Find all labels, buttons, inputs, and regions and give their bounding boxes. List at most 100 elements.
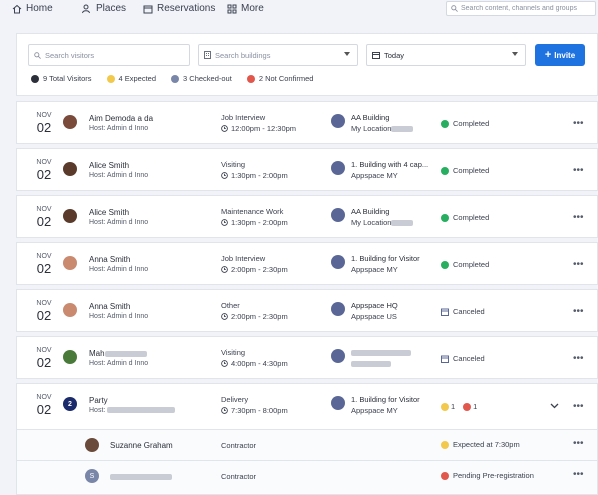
stat-total[interactable]: 9 Total Visitors (31, 74, 92, 83)
member-name-row (110, 472, 172, 481)
more-options-icon[interactable]: ••• (573, 353, 584, 364)
visit-date: NOV 02 (34, 112, 54, 135)
visit-day: 02 (36, 402, 52, 417)
nav-places[interactable]: Places (82, 2, 126, 15)
visit-time: 2:00pm - 2:30pm (231, 265, 288, 274)
stat-checked-out[interactable]: 3 Checked-out (171, 74, 232, 83)
global-search[interactable] (446, 1, 596, 16)
clock-icon (221, 266, 228, 273)
visit-date: NOV 02 (34, 159, 54, 182)
building-icon (331, 302, 345, 316)
calendar-cancel-icon (441, 355, 449, 363)
more-options-icon[interactable]: ••• (573, 165, 584, 176)
visit-time-row: 1:30pm - 2:00pm (221, 218, 288, 227)
more-options-icon[interactable]: ••• (573, 469, 584, 480)
clock-icon (221, 360, 228, 367)
visit-row[interactable]: NOV 02 Anna Smith Host: Admin d Inno Job I… (16, 242, 598, 285)
party-member-row[interactable]: Suzanne Graham Contractor Expected at 7:… (16, 430, 598, 461)
member-role: Contractor (221, 472, 257, 481)
status-label: Canceled (453, 354, 485, 363)
nav-more[interactable]: More (227, 2, 264, 15)
clock-icon (221, 125, 228, 132)
more-options-icon[interactable]: ••• (573, 438, 584, 449)
building-select[interactable]: Search buildings (198, 44, 358, 66)
nav-home[interactable]: Home (12, 2, 53, 15)
check-circle-icon (441, 166, 449, 175)
party-member-row[interactable]: S Contractor Pending Pre-registration ••… (16, 461, 598, 495)
unconfirmed-count: 1 (463, 402, 477, 411)
avatar (63, 115, 77, 129)
building-icon (204, 51, 211, 59)
visit-month: NOV (36, 253, 52, 260)
redacted-text (391, 220, 414, 227)
building-icon (331, 208, 345, 222)
host-name: Host: Admin d Inno (89, 313, 149, 320)
check-circle-icon (441, 119, 449, 128)
visit-row[interactable]: NOV 02 Alice Smith Host: Admin d Inno Visi… (16, 148, 598, 191)
host-name: Host: Admin d Inno (89, 125, 149, 132)
stat-expected[interactable]: 4 Expected (106, 74, 156, 83)
visit-row[interactable]: NOV 02 Anna Smith Host: Admin d Inno Other… (16, 289, 598, 332)
home-icon (12, 4, 22, 13)
visit-type: Visiting (221, 160, 246, 169)
expected-count-value: 1 (451, 402, 456, 411)
building-name: 1. Building with 4 cap... (351, 160, 429, 169)
chevron-down-icon (512, 52, 518, 56)
building-name-row (351, 348, 411, 357)
status-badge: Completed (441, 260, 489, 269)
nav-more-label: More (241, 3, 264, 14)
visit-row-party[interactable]: NOV 02 2 Party Host: Delivery 7:30pm - 8:00… (16, 383, 598, 430)
more-options-icon[interactable]: ••• (573, 306, 584, 317)
clock-icon (106, 74, 115, 83)
filter-panel: Search visitors Search buildings Today +… (16, 33, 598, 96)
visit-month: NOV (36, 347, 52, 354)
status-label: Pending Pre-registration (453, 471, 534, 480)
clock-icon (441, 440, 449, 449)
global-search-input[interactable] (461, 5, 593, 12)
visit-time-row: 12:00pm - 12:30pm (221, 124, 296, 133)
visit-month: NOV (36, 300, 52, 307)
visit-row[interactable]: NOV 02 Aim Demoda a da Host: Admin d Inno … (16, 101, 598, 144)
visitor-name: Party (89, 396, 108, 405)
building-icon (331, 114, 345, 128)
status-badge: Expected at 7:30pm (441, 440, 520, 449)
building-name: AA Building (351, 113, 390, 122)
more-options-icon[interactable]: ••• (573, 401, 584, 412)
avatar (85, 438, 99, 452)
visitor-name: Alice Smith (89, 161, 130, 170)
date-select[interactable]: Today (366, 44, 526, 66)
visit-row[interactable]: NOV 02 Mah Host: Admin d Inno Visiting 4:00… (16, 336, 598, 379)
building-icon (331, 349, 345, 363)
status-label: Canceled (453, 307, 485, 316)
more-options-icon[interactable]: ••• (573, 212, 584, 223)
nav-reservations[interactable]: Reservations (143, 2, 215, 15)
visit-row[interactable]: NOV 02 Alice Smith Host: Admin d Inno Main… (16, 195, 598, 238)
invite-button[interactable]: + Invite (535, 44, 585, 66)
host-name: Host: Admin d Inno (89, 266, 149, 273)
visit-time: 1:30pm - 2:00pm (231, 171, 288, 180)
more-options-icon[interactable]: ••• (573, 259, 584, 270)
location-name-row (351, 359, 411, 368)
building-name: 1. Building for Visitor (351, 254, 420, 263)
date-select-value: Today (384, 50, 405, 60)
search-icon (34, 51, 41, 59)
chevron-down-icon[interactable] (550, 403, 559, 409)
avatar (63, 209, 77, 223)
search-icon (451, 5, 458, 12)
building-icon (331, 161, 345, 175)
visit-type: Other (221, 301, 240, 310)
status-label: Completed (453, 166, 490, 175)
party-count-badge: 2 (63, 397, 77, 411)
check-circle-icon (441, 260, 449, 269)
status-badge: Completed (441, 213, 489, 222)
clock-icon (221, 172, 228, 179)
stat-not-confirmed[interactable]: 2 Not Confirmed (246, 74, 313, 83)
status-badge: Completed (441, 119, 489, 128)
visitor-search[interactable]: Search visitors (28, 44, 190, 66)
building-select-placeholder: Search buildings (215, 50, 271, 60)
location-name: My Location (351, 218, 392, 227)
more-options-icon[interactable]: ••• (573, 118, 584, 129)
chevron-down-icon (344, 52, 350, 56)
status-label: Expected at 7:30pm (453, 440, 520, 449)
unconfirmed-count-value: 1 (473, 402, 478, 411)
